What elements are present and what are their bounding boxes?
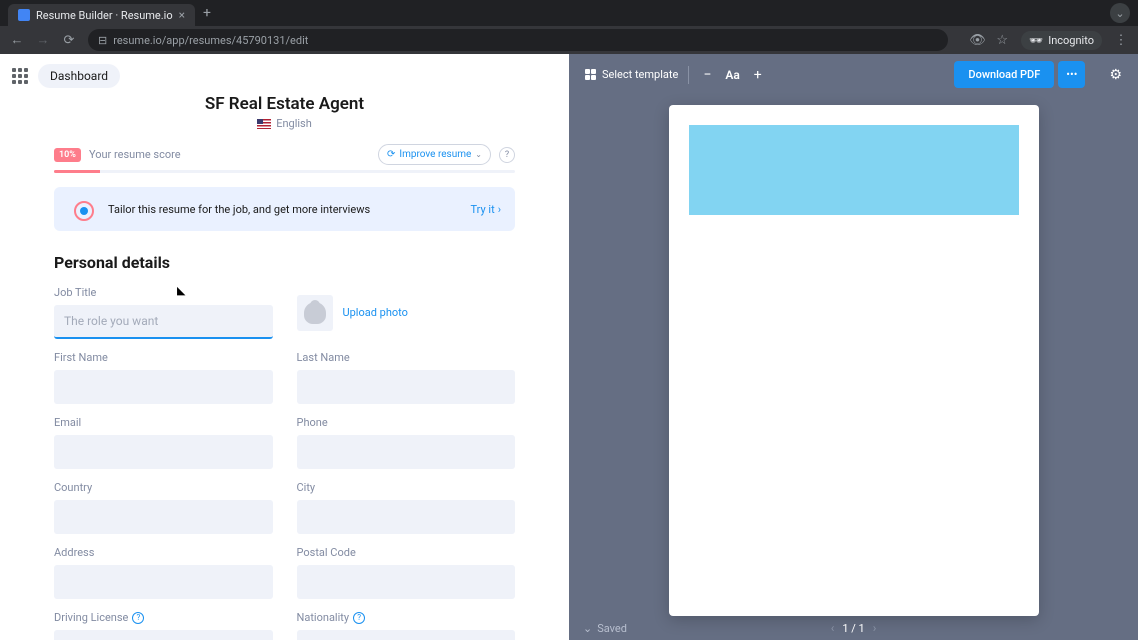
select-template-button[interactable]: Select template <box>585 68 678 81</box>
last-name-input[interactable] <box>297 370 516 404</box>
preview-header-block <box>689 125 1019 215</box>
refresh-icon: ⟳ <box>387 149 395 160</box>
job-title-input[interactable] <box>54 305 273 339</box>
saved-indicator: ⌄ Saved <box>583 622 627 635</box>
tailor-text: Tailor this resume for the job, and get … <box>108 203 458 216</box>
upload-photo-link[interactable]: Upload photo <box>343 306 408 319</box>
first-name-input[interactable] <box>54 370 273 404</box>
chevron-right-icon: › <box>498 203 501 216</box>
font-size-button[interactable]: Aa <box>725 68 739 82</box>
driving-license-input[interactable] <box>54 630 273 640</box>
email-input[interactable] <box>54 435 273 469</box>
url-text: resume.io/app/resumes/45790131/edit <box>113 34 308 47</box>
country-label: Country <box>54 481 273 494</box>
divider <box>688 66 689 84</box>
nationality-label: Nationality? <box>297 611 516 624</box>
tailor-banner: Tailor this resume for the job, and get … <box>54 187 515 231</box>
help-icon[interactable]: ? <box>499 147 515 163</box>
email-label: Email <box>54 416 273 429</box>
last-name-label: Last Name <box>297 351 516 364</box>
new-tab-icon[interactable]: + <box>203 5 211 21</box>
help-icon[interactable]: ? <box>132 612 144 624</box>
settings-icon[interactable]: ⚙ <box>1109 67 1122 83</box>
country-input[interactable] <box>54 500 273 534</box>
dashboard-button[interactable]: Dashboard <box>38 64 120 88</box>
back-icon[interactable]: ← <box>10 32 24 48</box>
zoom-in-icon[interactable]: + <box>750 67 766 83</box>
driving-license-label: Driving License? <box>54 611 273 624</box>
section-title-personal: Personal details <box>54 253 515 272</box>
reload-icon[interactable]: ⟳ <box>62 33 76 48</box>
download-pdf-button[interactable]: Download PDF <box>954 61 1054 88</box>
tab-close-icon[interactable]: × <box>179 8 185 22</box>
resume-title[interactable]: SF Real Estate Agent <box>0 94 569 114</box>
address-bar[interactable]: ⊟ resume.io/app/resumes/45790131/edit <box>88 29 948 51</box>
menu-icon[interactable]: ⋮ <box>1114 33 1128 48</box>
photo-placeholder[interactable] <box>297 295 333 331</box>
job-title-label: Job Title <box>54 286 273 299</box>
template-grid-icon <box>585 69 596 80</box>
nationality-input[interactable] <box>297 630 516 640</box>
tab-title: Resume Builder · Resume.io <box>36 9 173 22</box>
browser-tab[interactable]: Resume Builder · Resume.io × <box>8 4 195 26</box>
postal-code-input[interactable] <box>297 565 516 599</box>
person-icon <box>304 302 326 324</box>
resume-preview <box>669 105 1039 616</box>
cloud-check-icon: ⌄ <box>583 622 592 635</box>
score-label: Your resume score <box>89 148 181 161</box>
city-input[interactable] <box>297 500 516 534</box>
city-label: City <box>297 481 516 494</box>
score-badge: 10% <box>54 148 81 162</box>
language-selector[interactable]: English <box>0 117 569 130</box>
target-icon <box>68 199 96 219</box>
tab-favicon <box>18 9 30 21</box>
address-label: Address <box>54 546 273 559</box>
phone-input[interactable] <box>297 435 516 469</box>
site-info-icon[interactable]: ⊟ <box>98 34 107 47</box>
improve-resume-button[interactable]: ⟳ Improve resume ⌄ <box>378 144 491 165</box>
score-progress <box>54 170 515 173</box>
phone-label: Phone <box>297 416 516 429</box>
first-name-label: First Name <box>54 351 273 364</box>
zoom-out-icon[interactable]: − <box>699 67 715 83</box>
help-icon[interactable]: ? <box>353 612 365 624</box>
star-icon[interactable]: ☆ <box>995 33 1009 48</box>
chevron-down-icon: ⌄ <box>475 150 482 159</box>
eye-off-icon[interactable]: 👁 <box>969 33 983 48</box>
forward-icon[interactable]: → <box>36 32 50 48</box>
address-input[interactable] <box>54 565 273 599</box>
incognito-badge: 🕶 Incognito <box>1021 31 1102 50</box>
postal-code-label: Postal Code <box>297 546 516 559</box>
try-it-link[interactable]: Try it › <box>470 203 501 216</box>
prev-page-icon[interactable]: ‹ <box>831 621 835 635</box>
us-flag-icon <box>257 119 271 129</box>
incognito-icon: 🕶 <box>1029 34 1043 47</box>
page-indicator: 1 / 1 <box>842 622 864 635</box>
next-page-icon[interactable]: › <box>873 621 877 635</box>
more-options-button[interactable]: ••• <box>1058 61 1085 88</box>
window-dropdown-icon[interactable]: ⌄ <box>1110 3 1130 23</box>
apps-grid-icon[interactable] <box>12 68 28 84</box>
